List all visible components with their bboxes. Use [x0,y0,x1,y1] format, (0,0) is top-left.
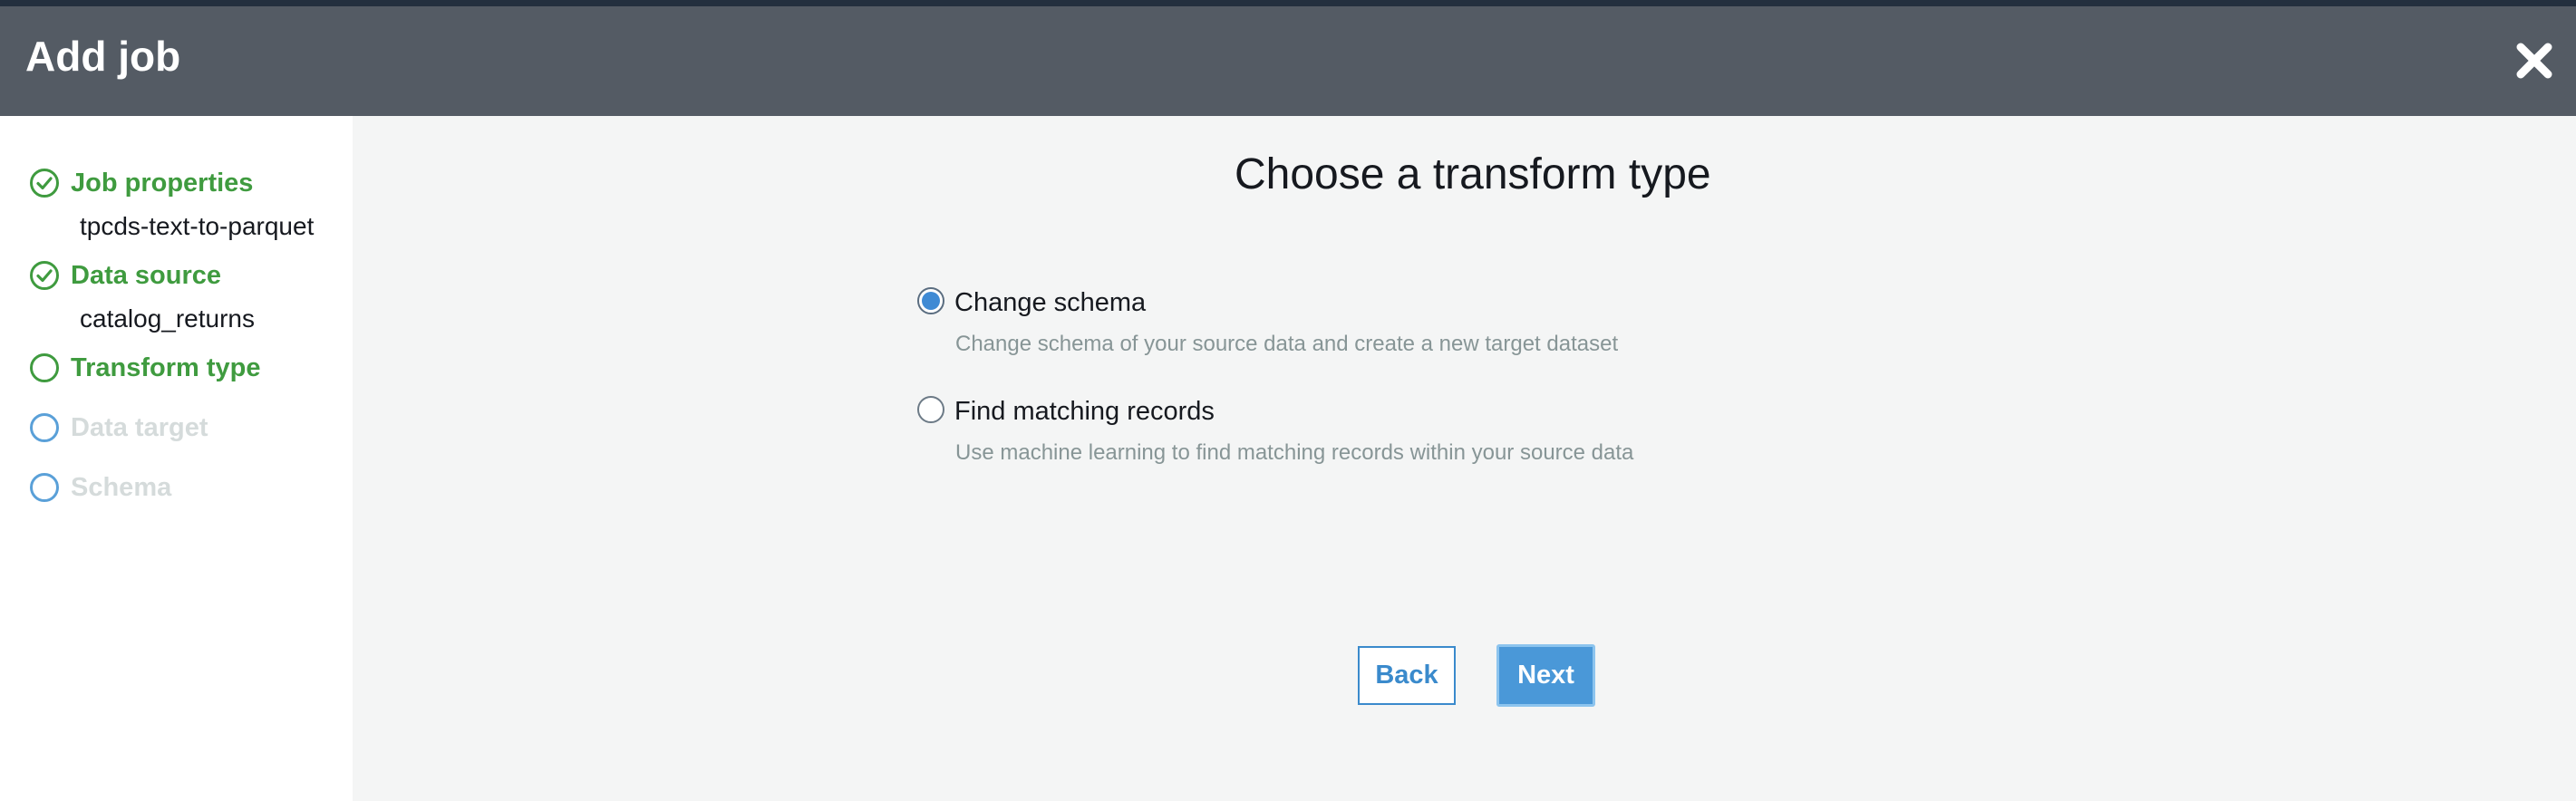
modal-title: Add job [25,33,181,80]
page-title: Choose a transform type [1235,150,1711,198]
change-schema-description: Change schema of your source data and cr… [955,332,1619,356]
step-data-source[interactable]: Data source [29,257,221,294]
find-matching-records-description: Use machine learning to find matching re… [955,440,1634,465]
empty-circle-icon [30,353,59,382]
top-strip [0,0,2576,6]
change-schema-radio[interactable] [916,286,945,315]
check-circle-icon [30,261,59,290]
step-label: Data source [71,260,222,290]
step-label: Schema [71,472,172,502]
empty-circle-icon [30,473,59,502]
step-detail: catalog_returns [80,304,256,333]
step-label: Transform type [71,352,261,382]
step-detail: tpcds-text-to-parquet [80,212,315,240]
back-button[interactable]: Back [1358,646,1456,705]
step-label: Job properties [71,168,254,198]
step-job-properties[interactable]: Job properties [29,165,253,201]
step-transform-type[interactable]: Transform type [29,350,261,386]
step-label: Data target [71,412,208,442]
modal-header: Add job [0,6,2576,116]
next-button[interactable]: Next [1496,644,1595,707]
change-schema-label[interactable]: Change schema [954,288,1146,318]
step-data-target: Data target [29,410,208,446]
step-schema: Schema [29,469,171,506]
close-icon[interactable] [2513,39,2556,82]
find-matching-records-radio[interactable] [916,395,945,424]
empty-circle-icon [30,413,59,442]
find-matching-records-label[interactable]: Find matching records [954,397,1215,427]
check-circle-icon [30,169,59,198]
